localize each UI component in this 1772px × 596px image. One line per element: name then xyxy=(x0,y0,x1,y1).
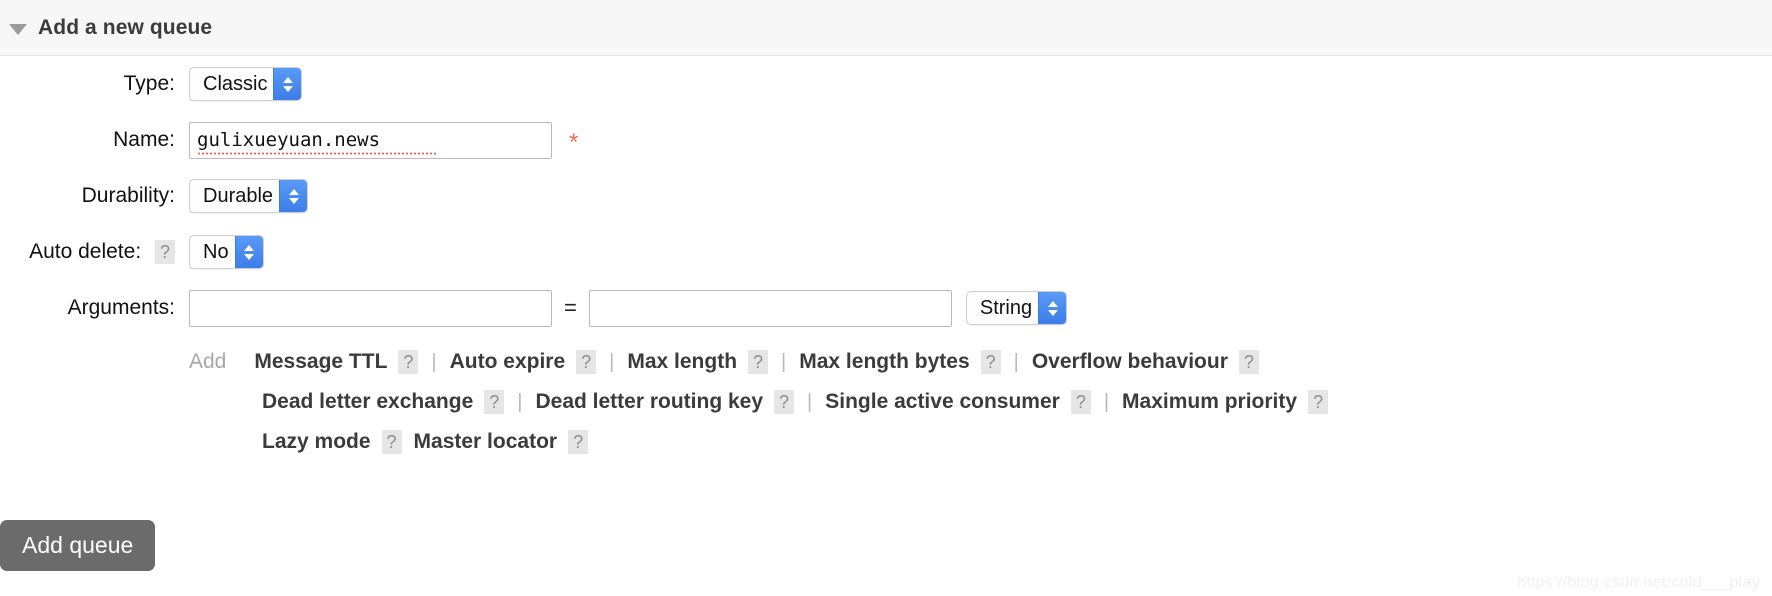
preset-row: Add Message TTL? | Auto expire? | Max length?… xyxy=(189,342,1772,382)
name-control: * xyxy=(175,121,579,159)
add-queue-button[interactable]: Add queue xyxy=(0,520,156,571)
form-row-arguments: Arguments: = String xyxy=(0,280,1772,336)
help-icon-auto-expire[interactable]: ? xyxy=(576,350,597,374)
help-icon-maximum-priority[interactable]: ? xyxy=(1308,390,1329,414)
preset-item: Auto expire? xyxy=(450,350,597,374)
preset-link-maximum-priority[interactable]: Maximum priority xyxy=(1122,390,1297,414)
argument-type-value: String xyxy=(979,296,1033,319)
preset-link-max-length[interactable]: Max length xyxy=(627,350,737,374)
preset-link-lazy-mode[interactable]: Lazy mode xyxy=(262,430,371,454)
preset-link-master-locator[interactable]: Master locator xyxy=(414,430,558,454)
auto-delete-select[interactable]: No xyxy=(189,235,264,269)
help-icon-single-active-consumer[interactable]: ? xyxy=(1070,390,1091,414)
arguments-control: = String xyxy=(175,289,1068,327)
arguments-label: Arguments: xyxy=(67,296,175,319)
preset-item: Master locator? xyxy=(414,430,589,454)
durability-label: Durability: xyxy=(81,184,175,207)
type-select[interactable]: Classic xyxy=(189,67,303,101)
auto-delete-label: Auto delete: ? xyxy=(0,239,175,265)
preset-item: Dead letter routing key? xyxy=(535,390,795,414)
type-label: Type: xyxy=(123,72,175,95)
preset-separator: | xyxy=(609,350,615,373)
form-row-auto-delete: Auto delete: ? No xyxy=(0,224,1772,280)
stepper-arrows-icon[interactable] xyxy=(234,236,263,268)
preset-link-overflow-behaviour[interactable]: Overflow behaviour xyxy=(1032,350,1228,374)
preset-item: Single active consumer? xyxy=(825,390,1091,414)
section-header[interactable]: Add a new queue xyxy=(0,0,1772,56)
argument-key-input[interactable] xyxy=(189,289,552,327)
stepper-arrows-icon[interactable] xyxy=(273,68,302,100)
help-icon-dead-letter-exchange[interactable]: ? xyxy=(484,390,505,414)
help-icon-overflow-behaviour[interactable]: ? xyxy=(1238,350,1259,374)
auto-delete-control: No xyxy=(175,235,264,269)
preset-separator: | xyxy=(431,350,437,373)
help-icon-auto-delete[interactable]: ? xyxy=(155,240,175,265)
watermark: https://blog.csdn.net/cold___play xyxy=(1517,574,1760,591)
add-argument-label: Add xyxy=(189,350,227,373)
stepper-arrows-icon[interactable] xyxy=(1038,292,1067,324)
preset-row: Lazy mode? Master locator? xyxy=(189,422,1772,462)
help-icon-max-length[interactable]: ? xyxy=(748,350,769,374)
preset-item: Overflow behaviour? xyxy=(1032,350,1259,374)
durability-select-value: Durable xyxy=(203,184,274,207)
argument-presets: Add Message TTL? | Auto expire? | Max length?… xyxy=(0,336,1772,462)
help-icon-master-locator[interactable]: ? xyxy=(568,430,589,454)
type-select-value: Classic xyxy=(203,72,268,95)
help-icon-max-length-bytes[interactable]: ? xyxy=(980,350,1001,374)
durability-control: Durable xyxy=(175,179,309,213)
preset-link-message-ttl[interactable]: Message TTL xyxy=(254,350,387,374)
name-label: Name: xyxy=(113,128,175,151)
preset-item: Message TTL? xyxy=(254,350,419,374)
form-row-name: Name: * xyxy=(0,112,1772,168)
equals-sign: = xyxy=(564,295,577,320)
preset-separator: | xyxy=(517,390,523,413)
submit-area: Add queue xyxy=(0,520,156,571)
help-icon-dead-letter-routing-key[interactable]: ? xyxy=(774,390,795,414)
preset-link-auto-expire[interactable]: Auto expire xyxy=(450,350,566,374)
help-icon-lazy-mode[interactable]: ? xyxy=(381,430,402,454)
auto-delete-label-text: Auto delete: xyxy=(29,239,142,263)
preset-row: Dead letter exchange? | Dead letter routin… xyxy=(189,382,1772,422)
preset-item: Max length? xyxy=(627,350,769,374)
durability-select[interactable]: Durable xyxy=(189,179,309,213)
argument-type-select[interactable]: String xyxy=(965,291,1068,325)
preset-link-max-length-bytes[interactable]: Max length bytes xyxy=(799,350,969,374)
preset-separator: | xyxy=(1103,390,1110,413)
type-control: Classic xyxy=(175,67,303,101)
preset-link-dead-letter-routing-key[interactable]: Dead letter routing key xyxy=(535,390,763,414)
stepper-arrows-icon[interactable] xyxy=(279,180,308,212)
preset-separator: | xyxy=(807,390,813,413)
required-asterisk: * xyxy=(569,129,579,156)
preset-separator: | xyxy=(1013,350,1019,373)
queue-name-input[interactable] xyxy=(189,121,552,159)
auto-delete-select-value: No xyxy=(203,240,229,263)
form-row-durability: Durability: Durable xyxy=(0,168,1772,224)
preset-separator: | xyxy=(781,350,787,373)
page-title: Add a new queue xyxy=(38,15,213,39)
preset-item: Maximum priority? xyxy=(1122,390,1329,414)
add-queue-form: Type: Classic Name: * Durability: xyxy=(0,56,1772,462)
preset-link-single-active-consumer[interactable]: Single active consumer xyxy=(825,390,1060,414)
preset-item: Lazy mode? xyxy=(262,430,402,454)
help-icon-message-ttl[interactable]: ? xyxy=(398,350,419,374)
preset-item: Max length bytes? xyxy=(799,350,1001,374)
form-row-type: Type: Classic xyxy=(0,56,1772,112)
preset-item: Dead letter exchange? xyxy=(262,390,505,414)
argument-value-input[interactable] xyxy=(588,289,952,327)
triangle-down-icon[interactable] xyxy=(9,23,27,35)
preset-link-dead-letter-exchange[interactable]: Dead letter exchange xyxy=(262,390,473,414)
